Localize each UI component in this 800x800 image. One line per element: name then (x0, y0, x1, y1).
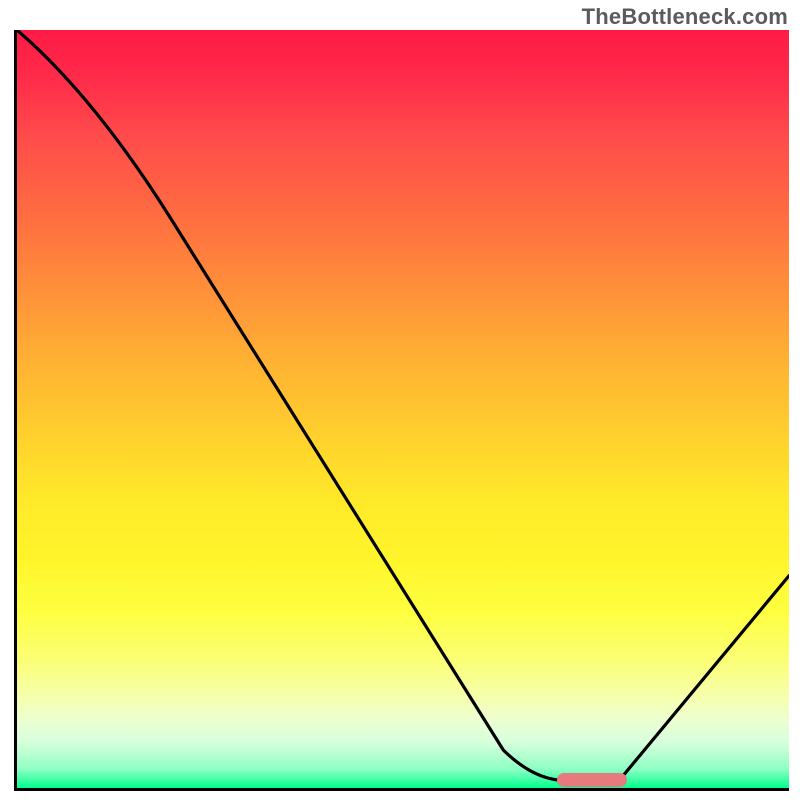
plot-area (14, 30, 789, 791)
optimal-range-marker (557, 773, 626, 787)
watermark-text: TheBottleneck.com (582, 4, 788, 30)
curve-path (17, 30, 789, 780)
bottleneck-curve (17, 30, 789, 788)
chart-container: TheBottleneck.com (0, 0, 800, 800)
